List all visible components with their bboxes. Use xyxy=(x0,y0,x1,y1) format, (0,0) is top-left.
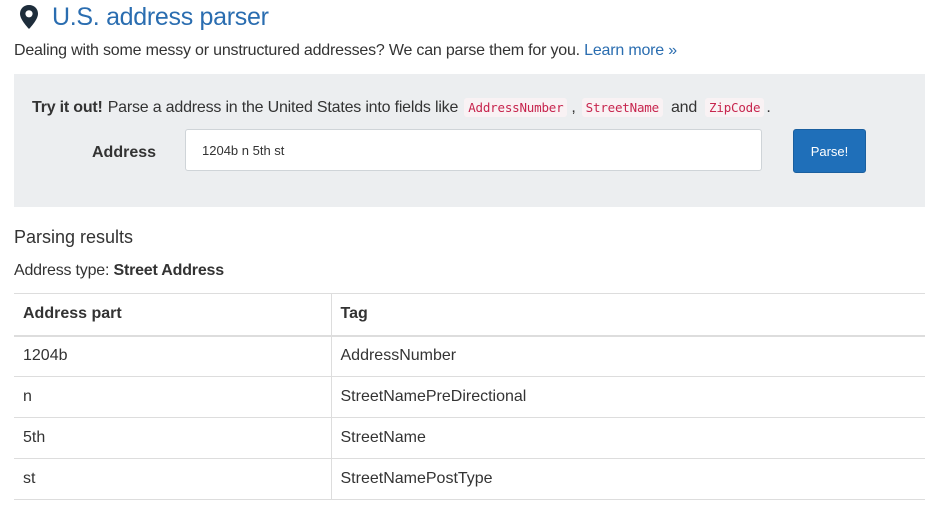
learn-more-link[interactable]: Learn more » xyxy=(584,42,677,59)
address-part-cell: st xyxy=(14,458,332,500)
try-it-panel: Try it out! Parse a address in the Unite… xyxy=(14,74,925,207)
tag-cell: StreetNamePostType xyxy=(331,458,925,500)
address-part-cell: 5th xyxy=(14,417,332,459)
tag-cell: AddressNumber xyxy=(331,335,925,377)
intro-description: Dealing with some messy or unstructured … xyxy=(14,42,580,59)
end-period: . xyxy=(766,98,771,116)
table-row: st StreetNamePostType xyxy=(14,458,925,500)
tag-cell: StreetNamePreDirectional xyxy=(331,376,925,418)
table-row: 1204b AddressNumber xyxy=(14,335,925,377)
example-field-zip-code: ZipCode xyxy=(705,98,765,117)
address-label: Address xyxy=(92,144,157,161)
address-input[interactable] xyxy=(185,129,762,171)
address-type-value: Street Address xyxy=(113,262,224,279)
results-table: Address part Tag 1204b AddressNumber n S… xyxy=(14,293,925,500)
address-type-label: Address type: xyxy=(14,262,110,279)
intro-text: Dealing with some messy or unstructured … xyxy=(14,42,677,60)
page-header: U.S. address parser xyxy=(18,2,269,32)
and-word: and xyxy=(670,98,698,116)
address-part-cell: 1204b xyxy=(14,335,332,377)
map-marker-icon xyxy=(20,5,38,29)
column-header-address-part: Address part xyxy=(14,293,332,337)
tag-cell: StreetName xyxy=(331,417,925,459)
example-field-address-number: AddressNumber xyxy=(464,98,568,117)
example-field-street-name: StreetName xyxy=(581,98,663,117)
try-it-description: Try it out! Parse a address in the Unite… xyxy=(32,98,771,117)
table-header-row: Address part Tag xyxy=(14,293,925,337)
try-it-label: Try it out! xyxy=(32,98,103,116)
address-part-cell: n xyxy=(14,376,332,418)
results-heading: Parsing results xyxy=(14,227,134,247)
table-row: 5th StreetName xyxy=(14,417,925,459)
parse-button[interactable]: Parse! xyxy=(793,129,866,173)
page-title: U.S. address parser xyxy=(52,2,269,31)
table-row: n StreetNamePreDirectional xyxy=(14,376,925,418)
address-type: Address type: Street Address xyxy=(14,262,224,280)
try-it-text: Parse a address in the United States int… xyxy=(107,98,459,116)
column-header-tag: Tag xyxy=(331,293,925,337)
